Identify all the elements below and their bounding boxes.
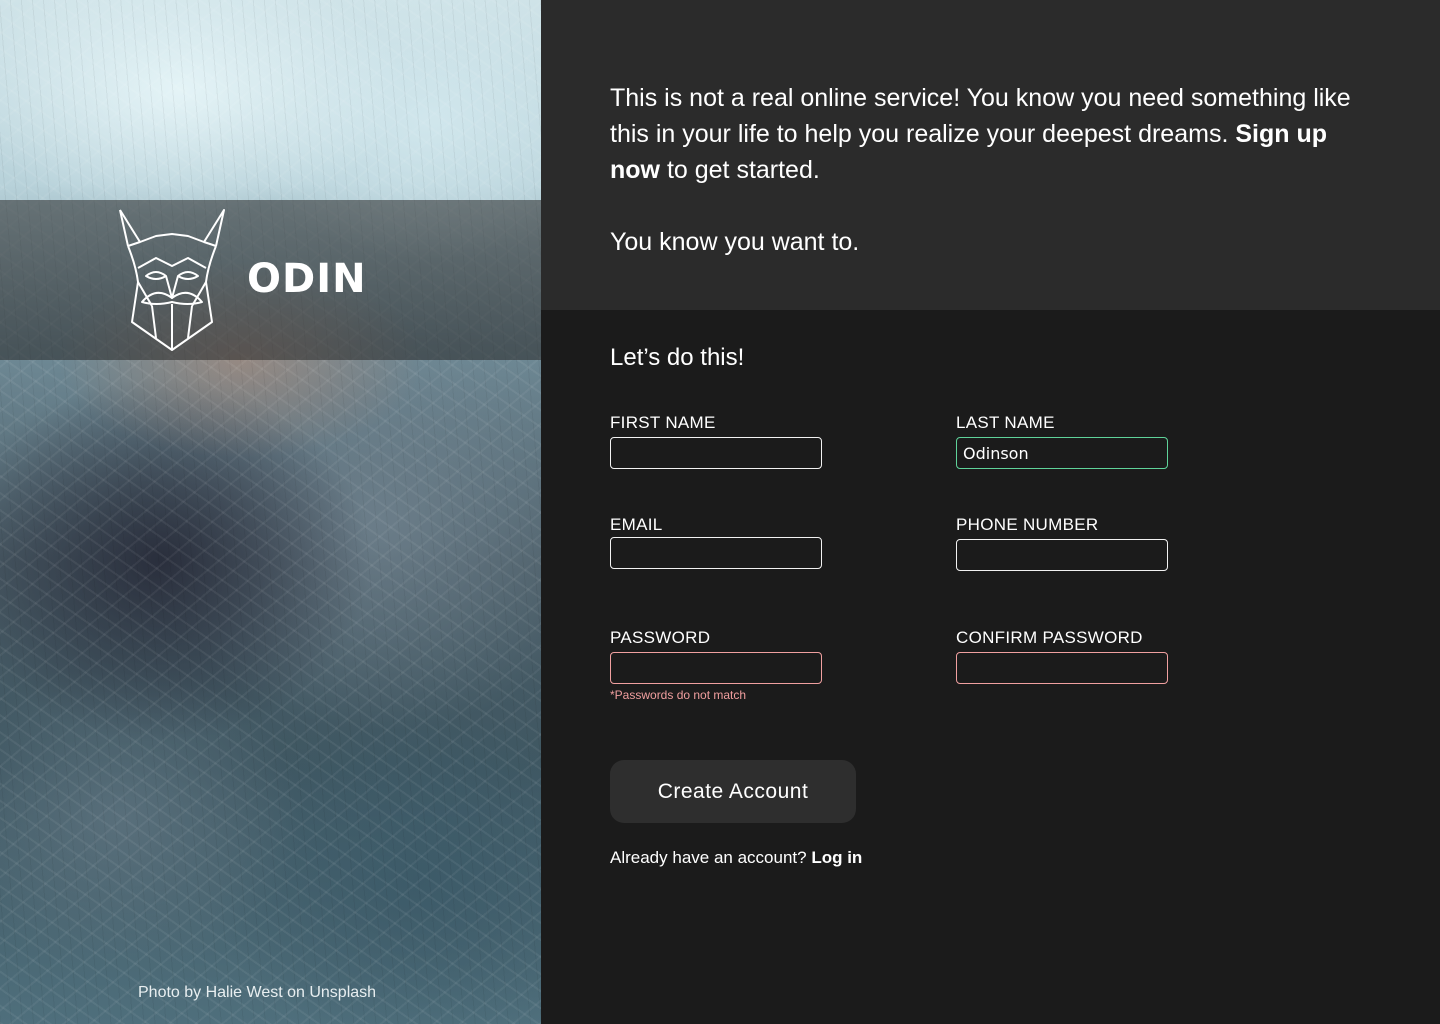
email-input[interactable] bbox=[610, 537, 822, 569]
email-label: EMAIL bbox=[610, 515, 663, 534]
confirm-password-label: CONFIRM PASSWORD bbox=[956, 628, 1143, 647]
photo-credit: Photo by Halie West on Unsplash bbox=[138, 984, 377, 1001]
password-label: PASSWORD bbox=[610, 628, 711, 647]
intro-paragraph: This is not a real online service! You k… bbox=[610, 80, 1380, 188]
last-name-input[interactable] bbox=[956, 437, 1168, 469]
login-link[interactable]: Log in bbox=[811, 848, 862, 867]
signup-form: Let’s do this! FIRST NAME LAST NAME EMAI… bbox=[541, 310, 1440, 1024]
intro-section: This is not a real online service! You k… bbox=[541, 0, 1440, 310]
brand-name: ODIN bbox=[247, 256, 367, 302]
confirm-password-input[interactable] bbox=[956, 652, 1168, 684]
hero-image-panel: ODIN Photo by Halie West on Unsplash bbox=[0, 0, 541, 1024]
login-prompt: Already have an account? Log in bbox=[610, 848, 862, 868]
password-input[interactable] bbox=[610, 652, 822, 684]
intro-cta-rest: to get started. bbox=[660, 156, 820, 184]
first-name-input[interactable] bbox=[610, 437, 822, 469]
create-account-button[interactable]: Create Account bbox=[610, 760, 856, 823]
login-prompt-text: Already have an account? bbox=[610, 848, 812, 867]
first-name-label: FIRST NAME bbox=[610, 413, 716, 432]
phone-label: PHONE NUMBER bbox=[956, 515, 1099, 534]
form-heading: Let’s do this! bbox=[610, 344, 745, 371]
password-error-message: *Passwords do not match bbox=[610, 688, 747, 702]
frost-texture bbox=[0, 0, 541, 1024]
intro-tagline: You know you want to. bbox=[610, 228, 860, 256]
last-name-label: LAST NAME bbox=[956, 413, 1055, 432]
phone-input[interactable] bbox=[956, 539, 1168, 571]
viking-head-icon bbox=[119, 209, 225, 351]
